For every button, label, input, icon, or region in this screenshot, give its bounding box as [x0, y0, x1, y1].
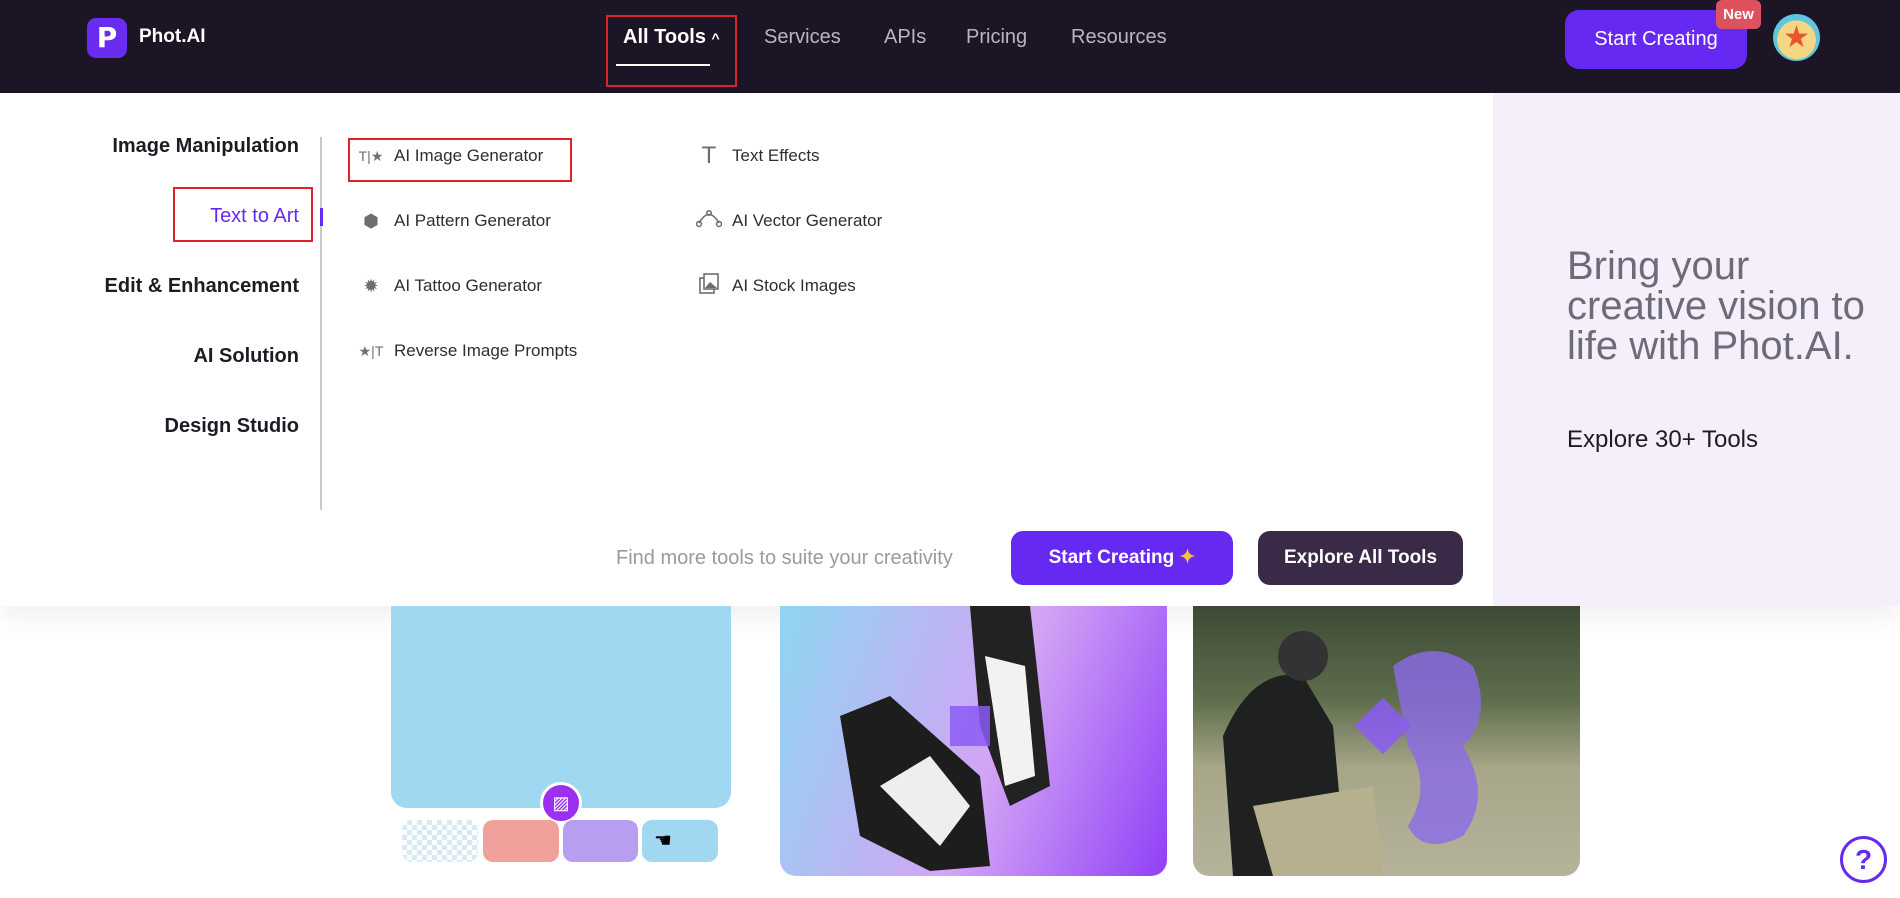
- background-remover-preview: [391, 606, 731, 808]
- category-ai-solution[interactable]: AI Solution: [193, 345, 299, 368]
- tool-label: AI Vector Generator: [732, 211, 883, 230]
- active-underline: [616, 64, 710, 66]
- chevron-up-icon: ^: [711, 30, 720, 46]
- nav-pricing[interactable]: Pricing: [966, 26, 1027, 49]
- nav-all-tools-label: All Tools: [623, 26, 706, 48]
- image-icon: ▨: [540, 782, 582, 824]
- brand-name[interactable]: Phot.AI: [139, 26, 206, 48]
- new-badge: New: [1716, 0, 1761, 29]
- image-stack-icon: [696, 273, 722, 299]
- portrait-preview: [1193, 606, 1580, 876]
- tool-label: AI Pattern Generator: [394, 211, 551, 230]
- category-image-manipulation[interactable]: Image Manipulation: [112, 135, 299, 158]
- swatch-blue[interactable]: ☚: [642, 820, 718, 862]
- category-edit-enhancement[interactable]: Edit & Enhancement: [105, 275, 299, 298]
- tool-label: AI Tattoo Generator: [394, 276, 543, 295]
- nav-apis[interactable]: APIs: [884, 26, 926, 49]
- text-t-icon: T: [701, 142, 717, 169]
- promo-subtitle: Explore 30+ Tools: [1567, 426, 1759, 453]
- star-text-icon: ★|T: [358, 343, 384, 359]
- swatch-pink[interactable]: [483, 820, 559, 862]
- button-label: Start Creating: [1048, 547, 1175, 568]
- tool-label: AI Image Generator: [394, 146, 544, 165]
- sparkle-icon: ✦: [1179, 547, 1196, 568]
- tool-label: Reverse Image Prompts: [394, 341, 578, 360]
- promo-tagline: Bring your creative vision to life with …: [1567, 244, 1865, 368]
- tool-label: AI Stock Images: [732, 276, 856, 295]
- nav-services[interactable]: Services: [764, 26, 841, 49]
- tool-reverse-image-prompts[interactable]: ★|T Reverse Image Prompts: [358, 338, 578, 364]
- tool-label: Text Effects: [732, 146, 820, 165]
- footer-hint: Find more tools to suite your creativity: [616, 547, 953, 569]
- nav-resources[interactable]: Resources: [1071, 26, 1167, 49]
- tool-ai-pattern-generator[interactable]: ⬢ AI Pattern Generator: [358, 208, 551, 234]
- category-divider: [320, 137, 322, 510]
- category-text-to-art[interactable]: Text to Art: [210, 205, 299, 228]
- bezier-curve-icon: [695, 208, 723, 234]
- tool-ai-image-generator[interactable]: T|★ AI Image Generator: [358, 143, 544, 169]
- help-button[interactable]: ?: [1840, 836, 1887, 883]
- sun-burst-icon: ✹: [363, 276, 379, 296]
- swatch-purple[interactable]: [563, 820, 638, 862]
- hexagons-icon: ⬢: [363, 211, 379, 231]
- start-creating-dropdown-button[interactable]: Start Creating ✦: [1011, 531, 1233, 585]
- tool-ai-vector-generator[interactable]: AI Vector Generator: [695, 208, 883, 234]
- top-nav: P Phot.AI All Tools ^ Services APIs Pric…: [0, 0, 1900, 93]
- category-design-studio[interactable]: Design Studio: [165, 415, 299, 438]
- hand-cursor-icon: ☚: [654, 830, 672, 852]
- swatch-transparent[interactable]: [402, 820, 478, 862]
- avatar[interactable]: ★: [1773, 14, 1820, 61]
- tool-text-effects[interactable]: T Text Effects: [696, 143, 820, 169]
- tool-ai-tattoo-generator[interactable]: ✹ AI Tattoo Generator: [358, 273, 542, 299]
- explore-all-tools-button[interactable]: Explore All Tools: [1258, 531, 1463, 585]
- tool-ai-stock-images[interactable]: AI Stock Images: [696, 273, 856, 299]
- nav-all-tools[interactable]: All Tools ^: [623, 26, 720, 49]
- text-star-icon: T|★: [358, 148, 384, 164]
- sneaker-preview: [780, 606, 1167, 876]
- logo-icon[interactable]: P: [87, 18, 127, 58]
- active-category-indicator: [320, 208, 323, 226]
